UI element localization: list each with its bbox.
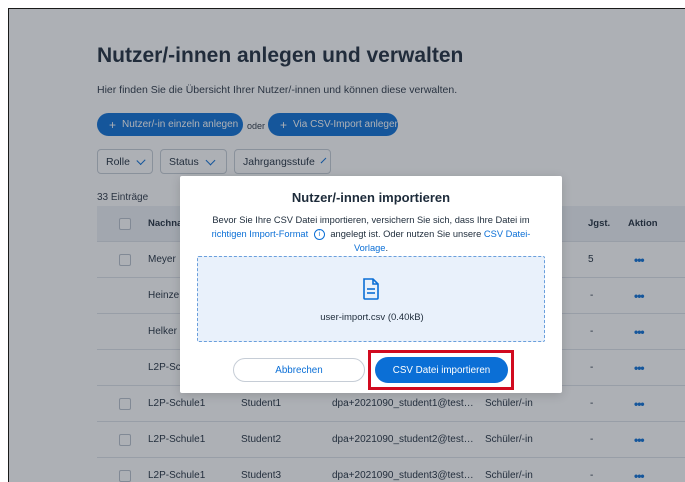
- import-dialog: Nutzer/-innen importieren Bevor Sie Ihre…: [180, 176, 562, 393]
- import-csv-button[interactable]: CSV Datei importieren: [375, 357, 508, 383]
- app-window: Nutzer/-innen anlegen und verwalten Hier…: [8, 8, 685, 482]
- file-dropzone[interactable]: user-import.csv (0.40kB): [197, 256, 545, 342]
- file-name: user-import.csv (0.40kB): [198, 312, 546, 323]
- file-icon: [362, 278, 380, 300]
- import-format-link[interactable]: richtigen Import-Format: [212, 229, 309, 239]
- info-icon[interactable]: i: [314, 229, 325, 240]
- dialog-text-part2: angelegt ist. Oder nutzen Sie unsere: [330, 229, 481, 239]
- dialog-text-end: .: [385, 243, 388, 253]
- dialog-title: Nutzer/-innen importieren: [180, 190, 562, 205]
- dialog-description: Bevor Sie Ihre CSV Datei importieren, ve…: [198, 213, 544, 255]
- dialog-text-part1: Bevor Sie Ihre CSV Datei importieren, ve…: [212, 215, 529, 225]
- cancel-button[interactable]: Abbrechen: [233, 358, 365, 382]
